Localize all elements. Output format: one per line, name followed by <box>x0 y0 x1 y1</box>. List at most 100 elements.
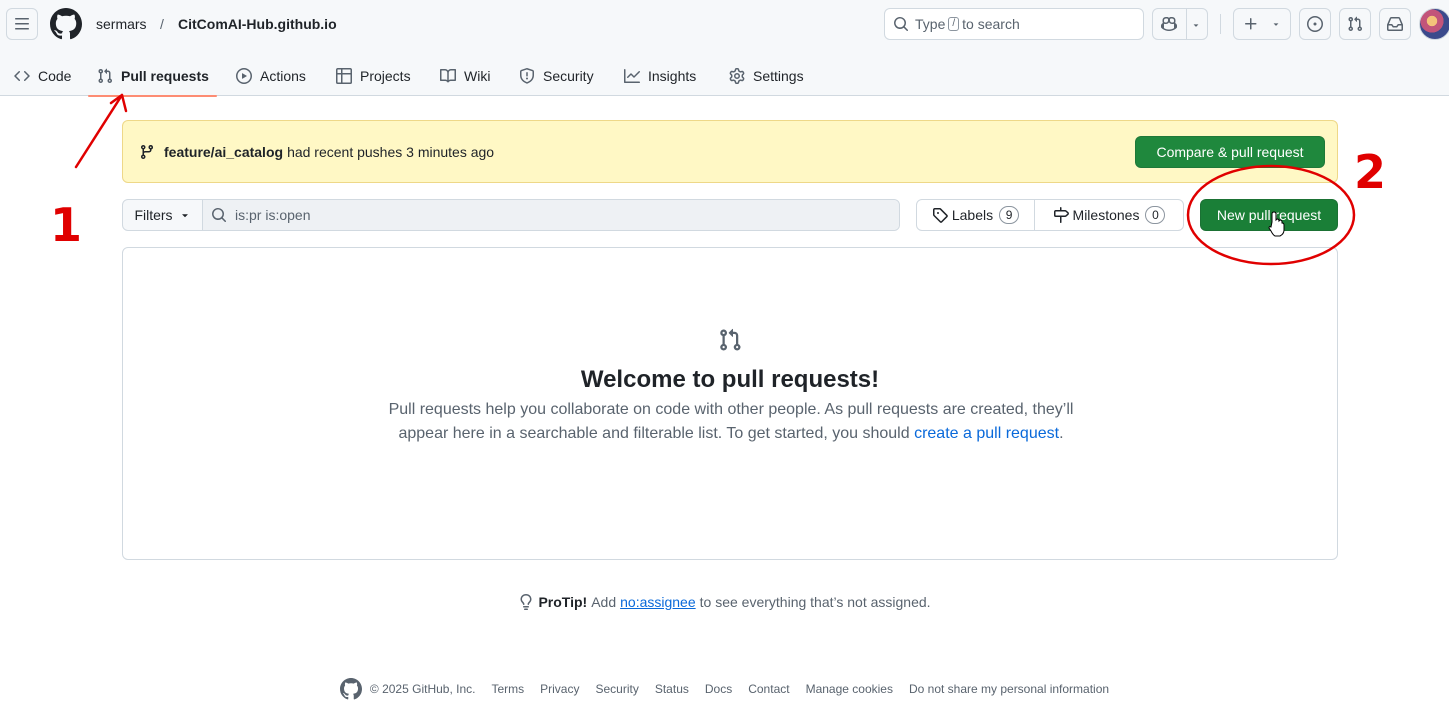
github-logo-icon[interactable] <box>50 8 82 40</box>
compare-pull-request-button[interactable]: Compare & pull request <box>1135 136 1325 168</box>
code-icon <box>14 70 30 82</box>
protip-post: to see everything that’s not assigned. <box>699 594 931 610</box>
branch-name[interactable]: feature/ai_catalog <box>164 144 283 160</box>
protip-pre: Add <box>591 594 617 610</box>
tab-label: Pull requests <box>121 68 209 84</box>
create-new-button[interactable] <box>1233 8 1291 40</box>
banner-message: had recent pushes 3 minutes ago <box>287 143 495 160</box>
copilot-button[interactable] <box>1152 8 1208 40</box>
milestone-icon <box>1053 207 1069 223</box>
inbox-button[interactable] <box>1379 8 1411 40</box>
breadcrumb-owner[interactable]: sermars <box>96 15 147 33</box>
table-icon <box>336 68 352 84</box>
search-pull-requests-input[interactable]: is:pr is:open <box>203 200 899 230</box>
empty-state-title: Welcome to pull requests! <box>580 366 880 393</box>
milestones-button[interactable]: Milestones 0 <box>1035 200 1183 230</box>
chevron-down-icon <box>1273 23 1279 26</box>
footer-link-manage-cookies[interactable]: Manage cookies <box>806 682 893 696</box>
new-pull-request-button[interactable]: New pull request <box>1200 199 1338 231</box>
tab-wiki[interactable]: Wiki <box>440 56 490 96</box>
labels-button[interactable]: Labels 9 <box>917 200 1035 230</box>
user-avatar[interactable] <box>1419 8 1449 40</box>
footer-link-privacy[interactable]: Privacy <box>540 682 579 696</box>
light-bulb-icon <box>520 594 532 610</box>
search-prefix: Type <box>915 16 946 32</box>
breadcrumb-repo[interactable]: CitComAI-Hub.github.io <box>178 15 337 33</box>
tab-label: Insights <box>648 68 697 84</box>
tab-insights[interactable]: Insights <box>624 56 696 96</box>
hamburger-icon <box>15 18 29 30</box>
protip-label: ProTip! <box>538 594 588 610</box>
tab-projects[interactable]: Projects <box>336 56 411 96</box>
search-input[interactable]: Type / to search <box>884 8 1144 40</box>
search-icon <box>212 208 226 222</box>
issues-button[interactable] <box>1299 8 1331 40</box>
tab-label: Wiki <box>464 68 491 84</box>
empty-state-panel: Welcome to pull requests! Pull requests … <box>122 247 1338 560</box>
search-shortcut-key: / <box>948 17 960 31</box>
milestones-label: Milestones <box>1072 207 1140 223</box>
site-footer: © 2025 GitHub, Inc. Terms Privacy Securi… <box>0 678 1449 700</box>
tab-pull-requests[interactable]: Pull requests <box>88 56 217 97</box>
tab-label: Settings <box>753 68 804 84</box>
annotation-arrow <box>74 93 128 169</box>
git-pull-request-icon <box>720 328 741 351</box>
copyright-text: © 2025 GitHub, Inc. <box>369 682 476 696</box>
filters-dropdown-button[interactable]: Filters <box>123 200 203 230</box>
footer-link-docs[interactable]: Docs <box>705 682 732 696</box>
no-assignee-link[interactable]: no:assignee <box>620 594 696 610</box>
footer-link-do-not-share[interactable]: Do not share my personal information <box>909 682 1109 696</box>
footer-link-status[interactable]: Status <box>655 682 689 696</box>
empty-state-text: Pull requests help you collaborate on co… <box>381 398 1081 446</box>
tab-label: Actions <box>260 68 306 84</box>
copilot-icon <box>1161 16 1177 32</box>
plus-icon <box>1245 18 1257 30</box>
github-logo-icon[interactable] <box>339 678 362 700</box>
recent-push-banner: feature/ai_catalog had recent pushes 3 m… <box>122 120 1338 183</box>
app-header: sermars / CitComAI-Hub.github.io Type / … <box>0 0 1449 97</box>
labels-count: 9 <box>999 206 1020 224</box>
filter-bar: Filters is:pr is:open <box>122 199 900 231</box>
tab-label: Projects <box>360 68 411 84</box>
gear-icon <box>729 68 745 84</box>
empty-state-period: . <box>1059 425 1064 442</box>
tab-code[interactable]: Code <box>14 56 71 96</box>
tab-label: Code <box>38 68 72 84</box>
pull-requests-button[interactable] <box>1339 8 1371 40</box>
tag-icon <box>932 208 948 223</box>
graph-icon <box>624 69 640 83</box>
tab-actions[interactable]: Actions <box>236 56 306 96</box>
play-icon <box>236 68 252 84</box>
tab-label: Security <box>543 68 594 84</box>
annotation-number-1: 1 <box>50 198 83 252</box>
protip: ProTip! Add no:assignee to see everythin… <box>0 594 1449 610</box>
triangle-down-icon <box>181 214 188 218</box>
footer-link-security[interactable]: Security <box>595 682 638 696</box>
tab-security[interactable]: Security <box>519 56 594 96</box>
filter-query: is:pr is:open <box>235 207 311 223</box>
labels-label: Labels <box>951 207 994 223</box>
footer-link-contact[interactable]: Contact <box>748 682 789 696</box>
footer-link-terms[interactable]: Terms <box>491 682 524 696</box>
footer-copyright: © 2025 GitHub, Inc. <box>339 678 476 700</box>
annotation-number-2: 2 <box>1354 145 1387 199</box>
shield-icon <box>520 68 534 84</box>
repo-nav: Code Pull requests Actions Projects Wiki… <box>0 56 1449 97</box>
active-tab-underline <box>88 95 217 97</box>
book-icon <box>440 68 456 83</box>
git-pull-request-icon <box>1348 16 1363 32</box>
git-pull-request-icon <box>98 68 113 84</box>
chevron-down-icon <box>1193 24 1199 27</box>
search-icon <box>894 17 908 31</box>
labels-milestones-group: Labels 9 Milestones 0 <box>916 199 1184 231</box>
git-branch-icon <box>140 144 153 159</box>
milestones-count: 0 <box>1145 206 1166 224</box>
issue-opened-icon <box>1307 16 1323 32</box>
create-pull-request-link[interactable]: create a pull request <box>914 425 1059 442</box>
inbox-icon <box>1387 17 1403 31</box>
filters-label: Filters <box>134 207 173 223</box>
tab-settings[interactable]: Settings <box>729 56 804 96</box>
search-suffix: to search <box>962 16 1020 32</box>
breadcrumb-separator: / <box>160 16 164 32</box>
global-menu-button[interactable] <box>6 8 38 40</box>
